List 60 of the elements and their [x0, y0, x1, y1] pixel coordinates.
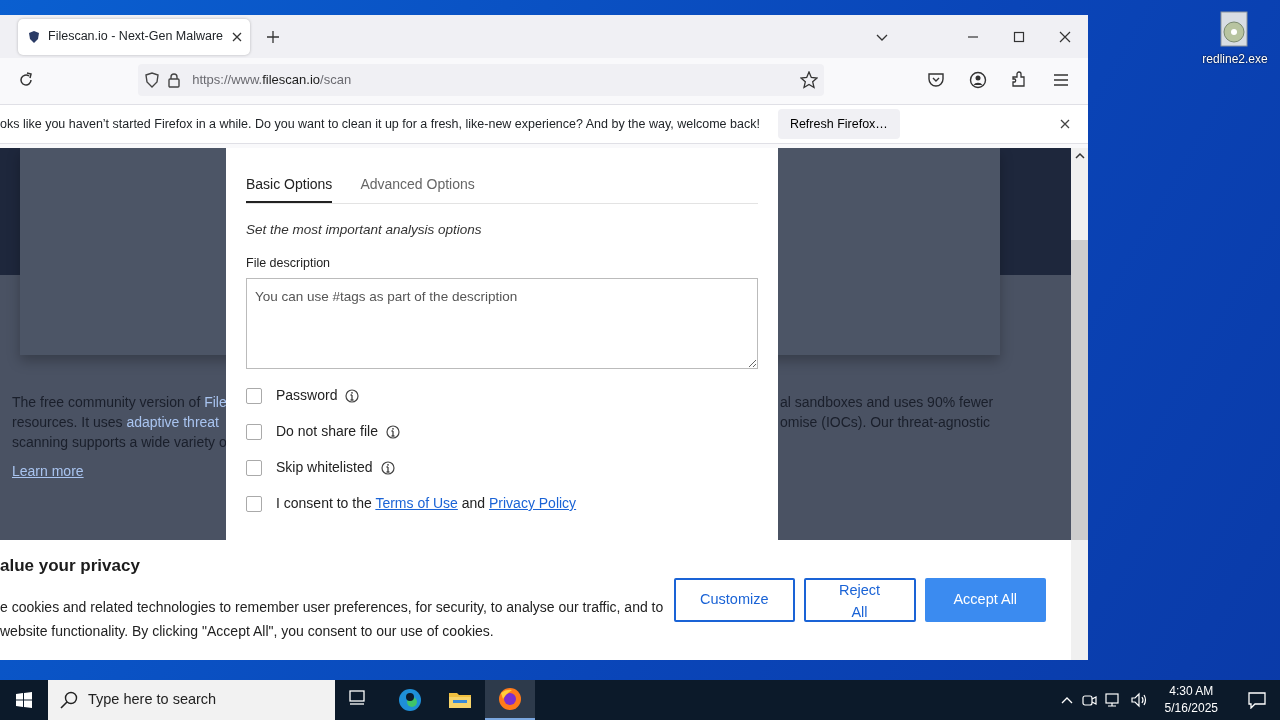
plus-icon	[267, 30, 279, 43]
scrollbar[interactable]	[1071, 148, 1088, 660]
clock[interactable]: 4:30 AM 5/16/2025	[1156, 683, 1226, 717]
browser-tab[interactable]: Filescan.io - Next-Gen Malware	[18, 18, 250, 55]
browser-icon	[398, 688, 422, 712]
text-link[interactable]: adaptive threat	[126, 414, 219, 430]
windows-icon	[16, 692, 32, 708]
checkbox[interactable]	[246, 495, 262, 512]
text-link[interactable]: File	[204, 394, 227, 410]
close-icon	[1060, 119, 1070, 129]
consent-button[interactable]: Customize	[674, 578, 795, 622]
banner-text: e cookies and related technologies to remember user preferences, for security, to analyse our traffic, and to website functionality. By clicking "Accept All", you consent to our use of cookies.	[0, 597, 665, 641]
notification-message: oks like you haven’t started Firefox in a while. Do you want to clean it up for a fresh, like-new experience? And by the way, welcome back!	[0, 115, 760, 133]
learn-more-link[interactable]: Learn more	[12, 461, 84, 481]
banner-title: alue your privacy	[0, 555, 141, 578]
description-field[interactable]: You can use #tags as part of the description	[246, 278, 758, 369]
options-tab[interactable]: Advanced Options	[360, 172, 475, 203]
url-text: https://www.filescan.io/scan	[192, 71, 352, 90]
taskbar-button[interactable]	[485, 680, 535, 720]
maximize-icon	[1013, 30, 1025, 43]
close-icon	[1059, 30, 1071, 43]
shield-icon	[144, 72, 161, 88]
checkbox[interactable]	[246, 423, 262, 440]
text-fragment: al sandboxes and uses 90% fewer	[780, 393, 994, 412]
text-fragment: The free community version of	[12, 394, 202, 410]
caret-icon[interactable]	[1075, 152, 1085, 160]
lock-icon	[166, 72, 183, 88]
text-fragment: scanning supports a wide variety o	[12, 434, 227, 450]
consent-button[interactable]: Accept All	[924, 578, 1046, 622]
option-label: Do not share file	[276, 422, 378, 441]
menu-icon	[1052, 71, 1071, 89]
refresh-firefox-button[interactable]: Refresh Firefox…	[777, 108, 900, 140]
consent-text: I consent to the	[276, 495, 373, 511]
pocket-icon	[926, 71, 945, 89]
account-icon	[968, 71, 987, 89]
chevron-up-icon[interactable]	[1060, 696, 1073, 704]
file-label: redline2.exe	[1202, 51, 1268, 68]
text-link[interactable]: Privacy Policy	[489, 495, 577, 511]
text-fragment: resources. It uses	[12, 414, 124, 430]
volume-icon[interactable]	[1130, 692, 1149, 708]
reload-icon	[18, 72, 35, 88]
option-label: Skip whitelisted	[276, 458, 373, 477]
checkbox[interactable]	[246, 387, 262, 404]
options-tab[interactable]: Basic Options	[246, 172, 333, 203]
close-icon[interactable]	[232, 31, 242, 42]
field-label: File description	[246, 255, 332, 273]
text-link[interactable]: Terms of Use	[375, 495, 458, 511]
star-icon[interactable]	[800, 71, 818, 89]
search-field[interactable]: Type here to search	[48, 680, 335, 720]
consent-button[interactable]: Reject All	[803, 578, 916, 622]
text-fragment: omise (IOCs). Our threat-agnostic	[780, 413, 992, 432]
consent-text: and	[460, 495, 487, 511]
firefox-icon	[498, 687, 522, 711]
message-icon	[1248, 691, 1266, 709]
search-icon	[60, 691, 78, 709]
subtitle: Set the most important analysis options	[246, 221, 483, 239]
option-label: Password	[276, 386, 338, 405]
address-bar[interactable]: https://www.filescan.io/scan	[138, 64, 824, 96]
checkbox[interactable]	[246, 459, 262, 476]
shield-icon	[28, 30, 40, 43]
